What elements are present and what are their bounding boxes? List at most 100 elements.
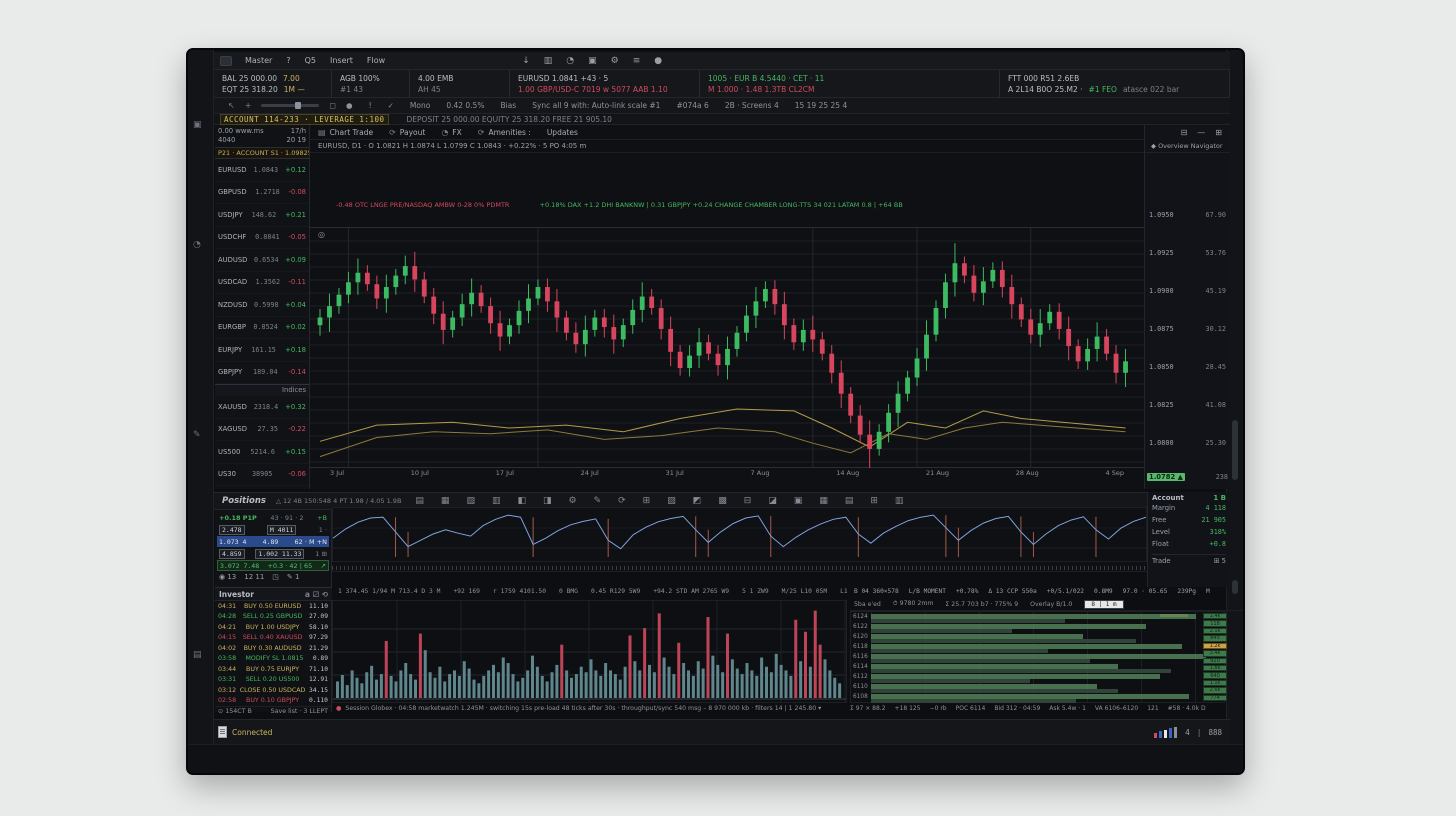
buy-row[interactable]: 3.072 7.48+0.3 · 42 | 65↗ [217,560,329,571]
cursor-icon[interactable]: ↖ [228,101,235,110]
menu-icon[interactable]: ▣ [588,56,597,66]
toolbar-chip[interactable]: ● [346,101,353,110]
ladder-icon[interactable]: ⊟ [1181,128,1188,137]
order-log-row[interactable]: 04:15SELL 0.40 XAUUSD97.29 [215,633,331,644]
depth-heatmap[interactable]: 612461226120611861166114611261106108 [850,611,1225,703]
watchlist-row[interactable]: XAUUSD2318.4+0.32 [215,396,309,419]
dock-tab-icon[interactable]: ◔ [193,240,201,250]
dom-cell[interactable]: 845 [1203,635,1227,641]
panel-toolbar-icon[interactable]: ✎ [594,496,602,506]
dom-cell[interactable]: 2.1k [1203,628,1227,634]
journal-icon[interactable] [218,726,227,738]
scrollbar-thumb[interactable] [1232,420,1238,480]
panel-toolbar-icon[interactable]: ▥ [492,496,501,506]
order-icon[interactable]: 12 11 [244,573,264,581]
volume-histogram[interactable] [332,600,847,703]
order-log-row[interactable]: 04:28SELL 0.25 GBPUSD27.09 [215,612,331,623]
panel-toolbar-icon[interactable]: ⊞ [870,496,878,506]
account-badge[interactable]: ACCOUNT 114-233 · LEVERAGE 1:100 [220,114,389,125]
heatmap-input-chip[interactable]: 8 | 1 m [1084,600,1123,609]
panel-toolbar-icon[interactable]: ▧ [466,496,475,506]
crosshair-icon[interactable]: + [245,101,252,110]
chart-tab[interactable]: ⟳Amenities : [478,128,531,137]
dock-tab-icon[interactable]: ▤ [193,650,202,660]
quote-panel[interactable]: 1005 · EUR B 4.5440 · CET · 11M 1.000 · … [700,70,1000,97]
ladder-icon[interactable]: ⊞ [1215,128,1222,137]
menu-item[interactable]: Master [238,56,279,65]
dock-tab-icon[interactable]: ✎ [193,430,201,440]
menu-item[interactable]: ? [279,56,297,65]
watchlist-row[interactable]: USDJPY148.62+0.21 [215,204,309,227]
toolbar-chip[interactable]: Sync all 9 with: Auto-link scale #1 [532,101,660,110]
quote-panel[interactable]: AGB 100%#1 43 [332,70,410,97]
ladder-row[interactable]: 1.087530.12 [1149,325,1226,333]
menu-item[interactable]: Insert [323,56,360,65]
quote-panel[interactable]: EURUSD 1.0841 +43 · 51.00 GBP/USD-C 7019… [510,70,700,97]
dom-cell[interactable]: 774 [1203,695,1227,701]
ladder-row[interactable]: 1.092553.76 [1149,249,1226,257]
ladder-row[interactable]: 1.080025.30 [1149,439,1226,447]
ladder-header-icons[interactable]: ⊟ — ⊞ [1145,125,1230,140]
price-cells-row[interactable]: 2.478M 40111 · [217,524,329,535]
positions-label[interactable]: Positions [222,496,266,506]
order-log-row[interactable]: 03:12CLOSE 0.50 USDCAD34.15 [215,685,331,696]
investor-header-icons[interactable]: a ⚂ ⟲ [305,590,328,599]
watchlist-row[interactable]: NZDUSD0.5998+0.04 [215,294,309,317]
toolbar-chip[interactable]: 0.42 0.5% [446,101,484,110]
panel-toolbar-icon[interactable]: ▦ [819,496,828,506]
dom-cell[interactable]: 118 [1203,620,1227,626]
panel-toolbar-icon[interactable]: ⟳ [618,496,626,506]
toolbar-chip[interactable]: Bias [500,101,516,110]
panel-toolbar-icon[interactable]: ⊟ [744,496,752,506]
menu-item[interactable]: Flow [360,56,392,65]
watchlist-row[interactable]: EURGBP0.8524+0.02 [215,317,309,340]
selected-order-row[interactable]: 1.073 44.8962 · M +N [217,536,329,547]
zoom-slider[interactable] [261,104,319,107]
pending-order-row[interactable]: 4.8591.002 11.331 ⊞ [217,548,329,559]
heatmap-control[interactable]: Overlay B/1.0 [1030,601,1072,608]
panel-toolbar-icon[interactable]: ▥ [895,496,904,506]
order-log-row[interactable]: 03:58MODIFY SL 1.08150.89 [215,654,331,665]
ladder-row[interactable]: 1.082541.08 [1149,401,1226,409]
left-dock-rail[interactable]: ▣ ◔ ✎ ▤ [188,50,214,744]
watchlist-row[interactable]: USDCAD1.3562-0.11 [215,272,309,295]
chart-tab[interactable]: ▤Chart Trade [318,128,373,137]
watchlist-row[interactable]: EURJPY161.15+0.18 [215,339,309,362]
panel-toolbar-icon[interactable]: ▤ [415,496,424,506]
panel-toolbar-icon[interactable]: ▩ [718,496,727,506]
panel-toolbar-icon[interactable]: ▦ [441,496,450,506]
menu-icon[interactable]: ↓ [522,56,530,66]
toolbar-chip[interactable]: 2B · Screens 4 [725,101,779,110]
quote-panel[interactable]: 4.00 EMBAH 45 [410,70,510,97]
panel-toolbar-icon[interactable]: ◪ [768,496,777,506]
candlestick-plot[interactable]: ◎ [310,227,1144,467]
dom-cell[interactable]: 2.6k [1203,687,1227,693]
panel-toolbar-icon[interactable]: ⊞ [643,496,651,506]
ladder-current-price[interactable]: 1.0782 ▲238 [1147,473,1228,481]
toolbar-chip[interactable]: #074a 6 [676,101,708,110]
chart-tab[interactable]: Updates [547,128,578,137]
toolbar-chip[interactable]: ! [369,101,372,110]
heatmap-control[interactable]: Σ 25.7 703 b7 · 775% 9 [945,601,1018,608]
ladder-icon[interactable]: — [1197,128,1205,137]
toolbar-chip[interactable]: 15 19 25 25 4 [795,101,847,110]
order-log-row[interactable]: 04:02BUY 0.30 AUDUSD21.29 [215,643,331,654]
panel-toolbar-icon[interactable]: ◨ [543,496,552,506]
watchlist-row[interactable]: US5005214.6+0.15 [215,441,309,464]
trade-button[interactable]: Trade [1152,557,1171,565]
investor-header[interactable]: Investora ⚂ ⟲ [215,587,332,601]
toolbar-chip[interactable]: Mono [410,101,430,110]
panel-toolbar-icon[interactable]: ▤ [845,496,854,506]
dom-ladder[interactable]: 1.4k1182.1k8451.2k3.4k9201.8k6401.1k2.6k… [1203,613,1227,701]
panel-toolbar-icon[interactable]: ▣ [794,496,803,506]
ladder-row[interactable]: 1.095067.90 [1149,211,1226,219]
watchlist-row[interactable]: AUDUSD0.6534+0.09 [215,249,309,272]
dom-cell[interactable]: 1.1k [1203,680,1227,686]
dom-cell[interactable]: 3.4k [1203,650,1227,656]
toolbar-chip[interactable]: ✓ [388,101,394,110]
order-icon[interactable]: ◉ 13 [219,573,236,581]
dom-cell[interactable]: 1.8k [1203,665,1227,671]
chart-tab[interactable]: ◔FX [441,128,461,137]
order-log-row[interactable]: 04:21BUY 1.00 USDJPY58.10 [215,622,331,633]
dock-tab-icon[interactable]: ▣ [193,120,202,130]
